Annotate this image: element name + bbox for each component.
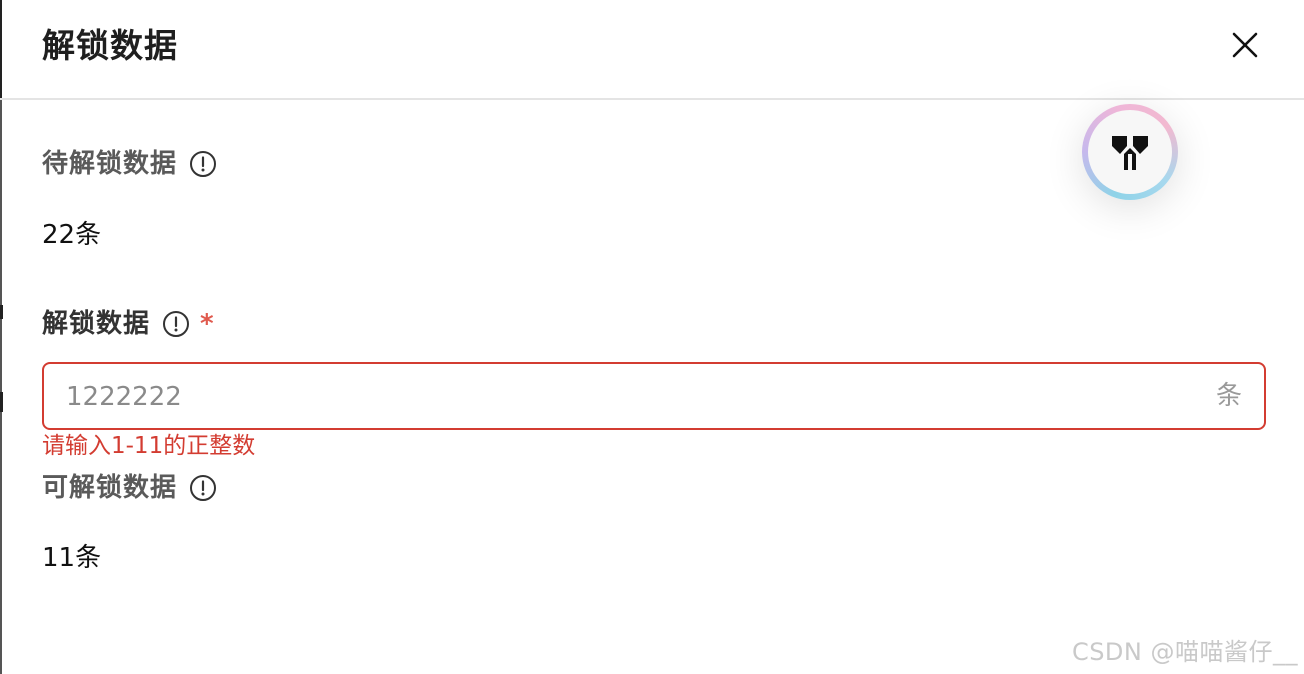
available-value: 11条 [42, 543, 102, 573]
available-label-row: 可解锁数据 [42, 471, 217, 505]
pending-label: 待解锁数据 [42, 149, 178, 179]
floating-assistant-button[interactable] [1082, 104, 1178, 200]
unit-suffix: 条 [1215, 381, 1242, 411]
info-circle-icon[interactable] [189, 474, 217, 502]
edge-mark [0, 392, 3, 412]
available-label: 可解锁数据 [42, 473, 178, 503]
unlock-label: 解锁数据 [42, 309, 151, 339]
edge-mark [0, 305, 3, 319]
edge-line [0, 98, 2, 674]
pending-label-row: 待解锁数据 [42, 147, 217, 181]
unlock-data-dialog: 解锁数据 待解锁数据 22条 解锁数据 * 条 请输入1-11的正整数 [0, 0, 1304, 674]
dialog-title: 解锁数据 [42, 26, 178, 65]
pending-value: 22条 [42, 220, 102, 250]
unlock-label-row: 解锁数据 * [42, 307, 214, 341]
info-circle-icon[interactable] [162, 310, 190, 338]
validation-error: 请输入1-11的正整数 [42, 433, 256, 459]
info-circle-icon[interactable] [189, 150, 217, 178]
assistant-logo-icon [1112, 136, 1148, 170]
unlock-count-field[interactable]: 条 [42, 362, 1266, 430]
background-edge [0, 0, 3, 674]
dialog-header: 解锁数据 [0, 0, 1304, 100]
watermark: CSDN @喵喵酱仔__ [1071, 638, 1298, 666]
unlock-count-input[interactable] [64, 374, 1188, 420]
assistant-badge-inner [1088, 110, 1172, 194]
close-icon [1232, 32, 1258, 58]
required-mark: * [200, 309, 214, 339]
close-button[interactable] [1226, 26, 1264, 64]
